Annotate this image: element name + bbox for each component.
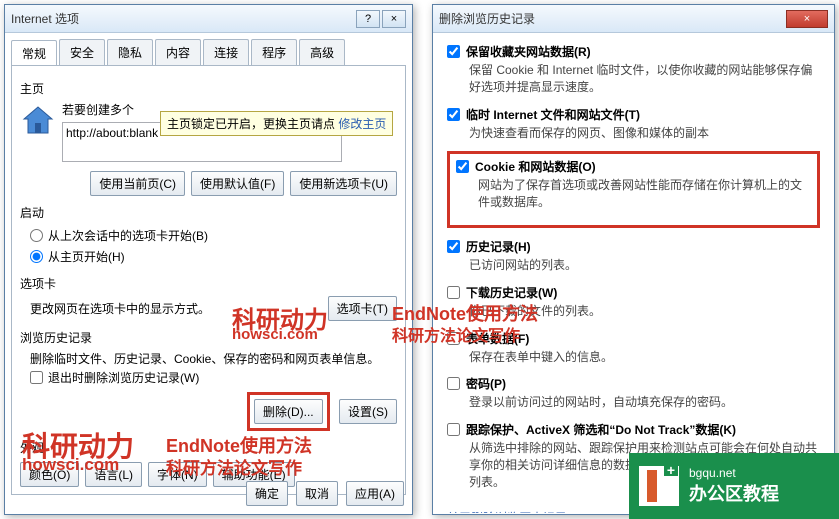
option-checkbox-row[interactable]: 临时 Internet 文件和网站文件(T) [447,106,820,123]
close-button[interactable]: × [786,10,828,28]
tabs-button[interactable]: 选项卡(T) [328,296,397,321]
option-checkbox[interactable] [447,108,460,121]
about-delete-link[interactable]: 关于删除浏览历史记录 [447,509,567,513]
option-checkbox[interactable] [456,160,469,173]
option-checkbox[interactable] [447,423,460,436]
delete-option: 临时 Internet 文件和网站文件(T) 为快速查看而保存的网页、图像和媒体的… [447,106,820,142]
apply-button[interactable]: 应用(A) [346,481,404,506]
cancel-button[interactable]: 取消 [296,481,338,506]
option-label: 保留收藏夹网站数据(R) [466,43,591,60]
option-desc: 网站为了保存首选项或改善网站性能而存储在你计算机上的文件或数据库。 [456,177,811,211]
option-label: 表单数据(F) [466,330,529,347]
brand-name: 办公区教程 [689,480,779,506]
brand-logo-icon [639,466,679,506]
language-button[interactable]: 语言(L) [85,462,142,487]
option-checkbox-row[interactable]: 下载历史记录(W) [447,284,820,301]
option-checkbox[interactable] [447,286,460,299]
tab-content[interactable]: 内容 [155,39,201,65]
delete-option: Cookie 和网站数据(O) 网站为了保存首选项或改善网站性能而存储在你计算机上… [447,151,820,228]
startup-homepage[interactable]: 从主页开始(H) [20,246,397,267]
option-label: 临时 Internet 文件和网站文件(T) [466,106,640,123]
option-checkbox[interactable] [447,332,460,345]
option-checkbox-row[interactable]: 跟踪保护、ActiveX 筛选和“Do Not Track”数据(K) [447,421,820,438]
brand-url: bgqu.net [689,466,779,480]
tab-general[interactable]: 常规 [11,40,57,66]
tab-strip: 常规 安全 隐私 内容 连接 程序 高级 [5,33,412,65]
appearance-label: 外观 [20,439,397,456]
delete-button[interactable]: 删除(D)... [254,399,323,424]
tooltip-link[interactable]: 修改主页 [338,117,386,131]
history-text: 删除临时文件、历史记录、Cookie、保存的密码和网页表单信息。 [20,350,397,367]
option-desc: 你已下载的文件的列表。 [447,303,820,320]
option-desc: 登录以前访问过的网站时，自动填充保存的密码。 [447,394,820,411]
option-desc: 为快速查看而保存的网页、图像和媒体的副本 [447,125,820,142]
homepage-label: 主页 [20,80,397,97]
tab-security[interactable]: 安全 [59,39,105,65]
use-newtab-button[interactable]: 使用新选项卡(U) [290,171,397,196]
option-label: 历史记录(H) [466,238,531,255]
option-label: Cookie 和网站数据(O) [475,158,596,175]
internet-options-window: Internet 选项 ? × 常规 安全 隐私 内容 连接 程序 高级 主页 … [4,4,413,515]
window-title: Internet 选项 [11,10,354,27]
brand-box: bgqu.net 办公区教程 [629,453,839,519]
delete-option: 密码(P) 登录以前访问过的网站时，自动填充保存的密码。 [447,375,820,411]
option-label: 密码(P) [466,375,506,392]
history-label: 浏览历史记录 [20,329,397,346]
option-checkbox[interactable] [447,45,460,58]
history-settings-button[interactable]: 设置(S) [339,399,397,424]
option-checkbox[interactable] [447,377,460,390]
tabs-label: 选项卡 [20,275,397,292]
option-checkbox[interactable] [447,240,460,253]
delete-highlight-box: 删除(D)... [247,392,330,431]
startup-label: 启动 [20,204,397,221]
use-default-button[interactable]: 使用默认值(F) [191,171,284,196]
home-icon [20,101,56,137]
option-checkbox-row[interactable]: 历史记录(H) [447,238,820,255]
titlebar: Internet 选项 ? × [5,5,412,33]
titlebar: 删除浏览历史记录 × [433,5,834,33]
close-button[interactable]: × [382,10,406,28]
help-button[interactable]: ? [356,10,380,28]
color-button[interactable]: 颜色(O) [20,462,79,487]
tab-programs[interactable]: 程序 [251,39,297,65]
window-title: 删除浏览历史记录 [439,10,784,27]
ok-button[interactable]: 确定 [246,481,288,506]
delete-option: 表单数据(F) 保存在表单中键入的信息。 [447,330,820,366]
option-checkbox-row[interactable]: 保留收藏夹网站数据(R) [447,43,820,60]
use-current-button[interactable]: 使用当前页(C) [90,171,185,196]
delete-option: 历史记录(H) 已访问网站的列表。 [447,238,820,274]
dialog-footer: 确定 取消 应用(A) [246,481,404,506]
delete-option: 保留收藏夹网站数据(R) 保留 Cookie 和 Internet 临时文件，以使… [447,43,820,96]
option-label: 下载历史记录(W) [466,284,557,301]
option-checkbox-row[interactable]: Cookie 和网站数据(O) [456,158,811,175]
tab-advanced[interactable]: 高级 [299,39,345,65]
startup-last-session[interactable]: 从上次会话中的选项卡开始(B) [20,225,397,246]
option-checkbox-row[interactable]: 表单数据(F) [447,330,820,347]
option-desc: 已访问网站的列表。 [447,257,820,274]
delete-on-exit[interactable]: 退出时删除浏览历史记录(W) [20,367,397,388]
tooltip-text: 主页锁定已开启，更换主页请点 [167,117,338,131]
tab-connections[interactable]: 连接 [203,39,249,65]
font-button[interactable]: 字体(N) [148,462,207,487]
delete-option: 下载历史记录(W) 你已下载的文件的列表。 [447,284,820,320]
tabs-text: 更改网页在选项卡中的显示方式。 [20,300,210,317]
delete-history-window: 删除浏览历史记录 × 保留收藏夹网站数据(R) 保留 Cookie 和 Inter… [432,4,835,515]
homepage-tooltip: 主页锁定已开启，更换主页请点 修改主页 [160,111,393,136]
option-desc: 保存在表单中键入的信息。 [447,349,820,366]
option-label: 跟踪保护、ActiveX 筛选和“Do Not Track”数据(K) [466,421,736,438]
option-desc: 保留 Cookie 和 Internet 临时文件，以使你收藏的网站能够保存偏好… [447,62,820,96]
tab-privacy[interactable]: 隐私 [107,39,153,65]
general-pane: 主页 主页锁定已开启，更换主页请点 修改主页 若要创建多个 使用当前页(C) 使… [11,65,406,495]
option-checkbox-row[interactable]: 密码(P) [447,375,820,392]
delete-history-body: 保留收藏夹网站数据(R) 保留 Cookie 和 Internet 临时文件，以使… [433,33,834,513]
